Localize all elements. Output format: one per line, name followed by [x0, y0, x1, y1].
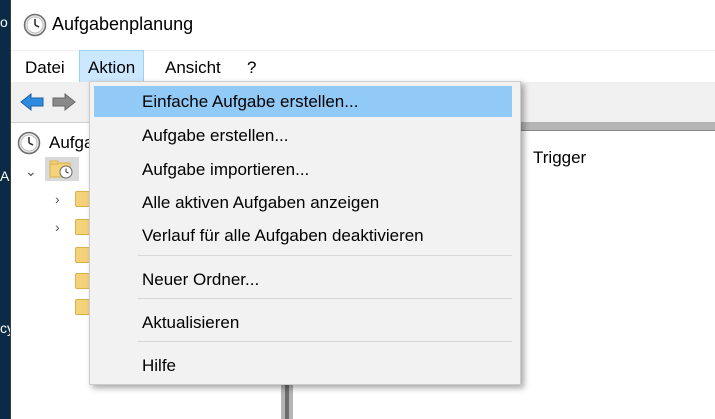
task-library-row[interactable]	[45, 157, 79, 181]
menu-item-help[interactable]: Hilfe	[94, 350, 512, 381]
menu-separator	[138, 298, 512, 299]
menu-ansicht[interactable]: Ansicht	[157, 51, 229, 82]
clock-icon	[17, 131, 41, 160]
chevron-right-icon[interactable]: ›	[55, 191, 60, 207]
menu-item-create-basic-task[interactable]: Einfache Aufgabe erstellen...	[94, 86, 512, 117]
menu-item-new-folder[interactable]: Neuer Ordner...	[94, 264, 512, 295]
menu-bar: Datei Aktion Ansicht ?	[11, 50, 715, 83]
desktop-text-fragment: A	[0, 168, 10, 184]
menu-datei[interactable]: Datei	[17, 51, 73, 82]
menu-separator	[138, 341, 512, 342]
menu-item-create-task[interactable]: Aufgabe erstellen...	[94, 120, 512, 151]
menu-item-refresh[interactable]: Aktualisieren	[94, 307, 512, 338]
action-menu: Einfache Aufgabe erstellen... Aufgabe er…	[89, 81, 521, 385]
forward-arrow-icon[interactable]	[51, 92, 77, 112]
chevron-down-icon[interactable]: ⌄	[25, 163, 37, 180]
menu-aktion[interactable]: Aktion	[79, 50, 145, 83]
back-arrow-icon[interactable]	[19, 92, 45, 112]
menu-separator	[138, 255, 512, 256]
menu-help[interactable]: ?	[239, 51, 264, 82]
column-header-trigger[interactable]: Trigger	[533, 148, 586, 168]
title-bar[interactable]: Aufgabenplanung	[11, 0, 715, 50]
task-scheduler-window: Aufgabenplanung Datei Aktion Ansicht ? ⌄…	[10, 0, 715, 419]
scheduler-folder-icon	[49, 159, 75, 184]
desktop-text-fragment: o	[0, 14, 8, 30]
window-title: Aufgabenplanung	[52, 14, 194, 34]
menu-item-disable-history[interactable]: Verlauf für alle Aufgaben deaktivieren	[94, 220, 512, 251]
chevron-right-icon[interactable]: ›	[55, 219, 60, 235]
clock-icon	[23, 13, 47, 37]
menu-item-show-running-tasks[interactable]: Alle aktiven Aufgaben anzeigen	[94, 187, 512, 218]
menu-item-import-task[interactable]: Aufgabe importieren...	[94, 154, 512, 185]
